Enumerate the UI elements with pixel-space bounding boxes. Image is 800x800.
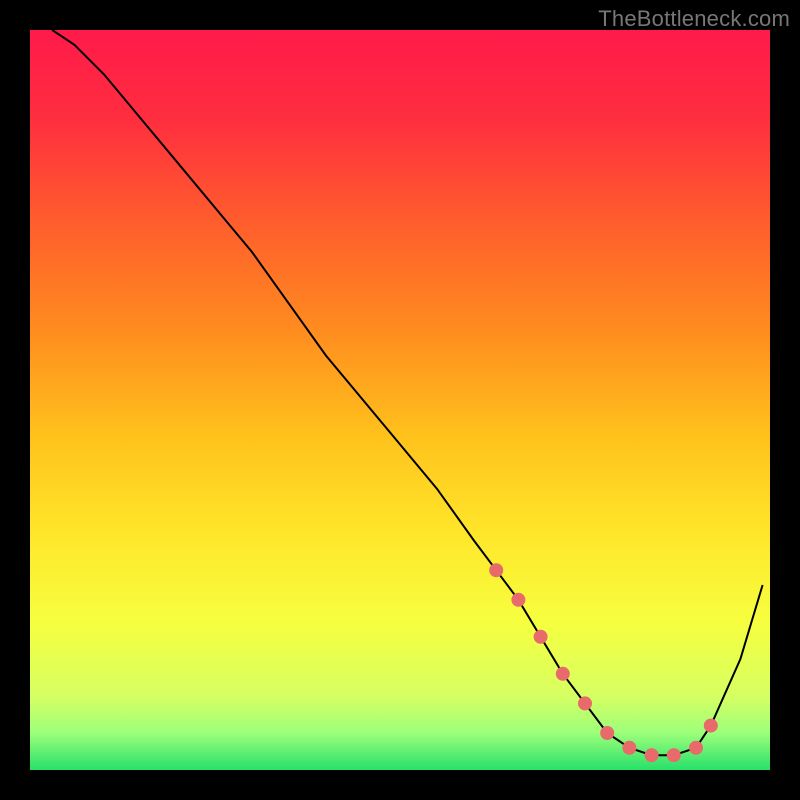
curve-marker <box>667 748 681 762</box>
gradient-background <box>30 30 770 770</box>
curve-marker <box>556 667 570 681</box>
curve-marker <box>689 741 703 755</box>
curve-marker <box>489 563 503 577</box>
curve-marker <box>600 726 614 740</box>
bottleneck-curve-chart <box>30 30 770 770</box>
curve-marker <box>645 748 659 762</box>
curve-marker <box>622 741 636 755</box>
curve-marker <box>511 593 525 607</box>
attribution-text: TheBottleneck.com <box>598 6 790 32</box>
curve-marker <box>578 696 592 710</box>
chart-frame: TheBottleneck.com <box>0 0 800 800</box>
curve-marker <box>704 719 718 733</box>
curve-marker <box>534 630 548 644</box>
